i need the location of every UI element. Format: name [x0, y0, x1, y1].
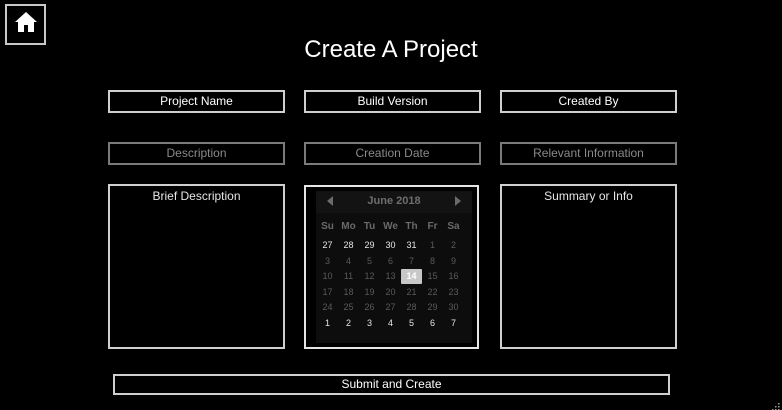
- project-name-field[interactable]: Project Name: [108, 90, 285, 113]
- description-field[interactable]: Description: [108, 142, 285, 165]
- calendar-day[interactable]: 29: [422, 300, 443, 315]
- calendar-day[interactable]: 28: [401, 300, 422, 315]
- next-month-button[interactable]: [448, 194, 468, 210]
- summary-info-label: Summary or Info: [544, 189, 633, 203]
- calendar-day[interactable]: 17: [317, 285, 338, 300]
- calendar-day[interactable]: 6: [380, 254, 401, 269]
- calendar-day[interactable]: 21: [401, 285, 422, 300]
- calendar-day[interactable]: 13: [380, 269, 401, 284]
- calendar-day[interactable]: 4: [380, 316, 401, 331]
- calendar-header: June 2018: [316, 191, 472, 213]
- calendar-day[interactable]: 11: [338, 269, 359, 284]
- calendar-panel: June 2018 Su Mo Tu We Th Fr Sa 27 28 29 30 31 1 2 3 4 5 6…: [316, 191, 472, 343]
- calendar-day[interactable]: 6: [422, 316, 443, 331]
- submit-and-create-button[interactable]: Submit and Create: [113, 374, 670, 395]
- calendar-day[interactable]: 12: [359, 269, 380, 284]
- calendar-day[interactable]: 27: [317, 238, 338, 253]
- calendar-day[interactable]: 28: [338, 238, 359, 253]
- calendar-day[interactable]: 16: [443, 269, 464, 284]
- chevron-right-icon: [454, 193, 462, 211]
- calendar-weekday-label: Fr: [427, 221, 438, 232]
- page-title: Create A Project: [304, 36, 478, 63]
- calendar-day[interactable]: 19: [359, 285, 380, 300]
- created-by-field[interactable]: Created By: [500, 90, 677, 113]
- brief-description-label: Brief Description: [152, 189, 241, 203]
- calendar-day[interactable]: 30: [380, 238, 401, 253]
- calendar-weekday-label: Su: [321, 221, 334, 232]
- calendar-day[interactable]: 2: [443, 238, 464, 253]
- calendar-day[interactable]: 9: [443, 254, 464, 269]
- calendar-day[interactable]: 31: [401, 238, 422, 253]
- calendar-day[interactable]: 4: [338, 254, 359, 269]
- resize-grip-icon[interactable]: [770, 398, 780, 410]
- calendar-weekday-label: We: [383, 221, 398, 232]
- calendar-weekday-label: Sa: [447, 221, 460, 232]
- calendar-day[interactable]: 7: [401, 254, 422, 269]
- calendar-day[interactable]: 27: [380, 300, 401, 315]
- calendar-day-selected[interactable]: 14: [401, 269, 422, 284]
- calendar-day[interactable]: 18: [338, 285, 359, 300]
- calendar-day[interactable]: 20: [380, 285, 401, 300]
- creation-date-field[interactable]: Creation Date: [304, 142, 481, 165]
- build-version-field[interactable]: Build Version: [304, 90, 481, 113]
- calendar-day[interactable]: 8: [422, 254, 443, 269]
- calendar-day[interactable]: 25: [338, 300, 359, 315]
- calendar-weekday-label: Mo: [341, 221, 356, 232]
- calendar-day[interactable]: 5: [401, 316, 422, 331]
- calendar-day[interactable]: 1: [422, 238, 443, 253]
- calendar-weekday-label: Th: [405, 221, 418, 232]
- calendar-day[interactable]: 30: [443, 300, 464, 315]
- relevant-information-field[interactable]: Relevant Information: [500, 142, 677, 165]
- calendar-day[interactable]: 7: [443, 316, 464, 331]
- calendar-day[interactable]: 26: [359, 300, 380, 315]
- calendar-day[interactable]: 22: [422, 285, 443, 300]
- calendar-day[interactable]: 3: [317, 254, 338, 269]
- brief-description-textarea[interactable]: Brief Description: [108, 184, 285, 349]
- calendar-day[interactable]: 1: [317, 316, 338, 331]
- calendar-day[interactable]: 5: [359, 254, 380, 269]
- calendar-day[interactable]: 23: [443, 285, 464, 300]
- calendar-day[interactable]: 10: [317, 269, 338, 284]
- calendar-day[interactable]: 29: [359, 238, 380, 253]
- summary-info-textarea[interactable]: Summary or Info: [500, 184, 677, 349]
- calendar-weekday-label: Tu: [363, 221, 376, 232]
- date-picker-calendar[interactable]: June 2018 Su Mo Tu We Th Fr Sa 27 28 29 30 31 1 2 3 4 5 6…: [304, 185, 479, 349]
- calendar-day[interactable]: 3: [359, 316, 380, 331]
- calendar-day[interactable]: 15: [422, 269, 443, 284]
- calendar-day[interactable]: 2: [338, 316, 359, 331]
- calendar-day[interactable]: 24: [317, 300, 338, 315]
